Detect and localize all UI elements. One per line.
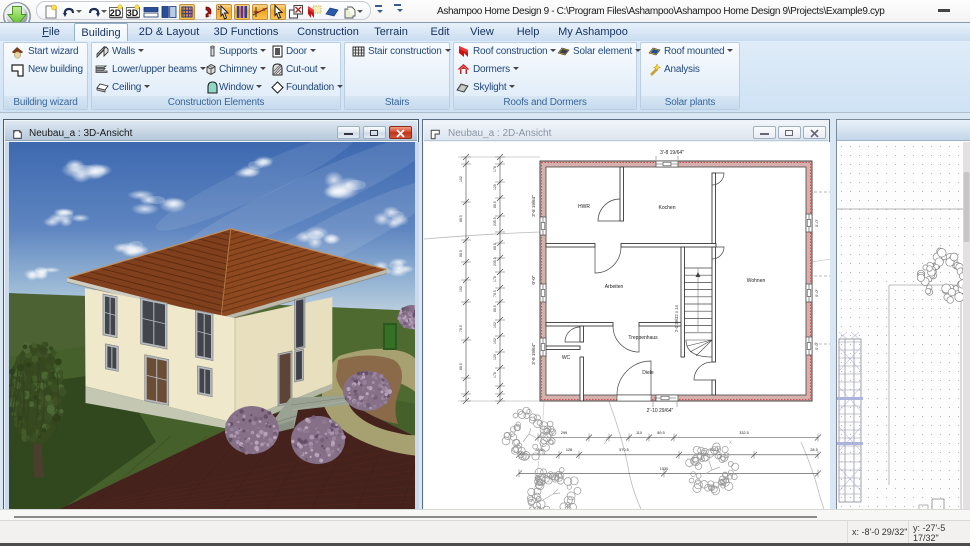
svg-text:78.5: 78.5 [459,325,463,332]
svg-text:78.5: 78.5 [493,290,497,297]
svg-text:2'-10 29/64": 2'-10 29/64" [647,408,674,414]
svg-text:2-0 29/32 x 14: 2-0 29/32 x 14 [674,305,679,332]
svg-text:Treppenhaus: Treppenhaus [628,335,658,341]
svg-text:102: 102 [459,176,463,182]
svg-text:x: x [729,440,732,446]
svg-text:178: 178 [493,276,497,282]
svg-text:Diele: Diele [642,370,654,376]
svg-text:1530: 1530 [660,467,668,471]
svg-text:WC: WC [562,355,571,361]
svg-text:Wohnen: Wohnen [747,278,766,284]
svg-text:0'-0": 0'-0" [814,341,819,350]
svg-text:3'-8 19/64": 3'-8 19/64" [531,343,536,365]
svg-text:102: 102 [493,322,497,328]
svg-text:102: 102 [459,286,463,292]
svg-text:28.5: 28.5 [810,448,817,452]
svg-text:102: 102 [493,338,497,344]
svg-text:120: 120 [493,354,497,360]
svg-text:178: 178 [493,166,497,172]
svg-text:HWR: HWR [578,204,590,210]
svg-text:88.5: 88.5 [459,215,463,222]
svg-text:88.5: 88.5 [493,243,497,250]
svg-text:332.5: 332.5 [739,431,749,435]
svg-text:0'-0": 0'-0" [814,288,819,297]
svg-text:128: 128 [566,448,572,452]
svg-text:235.5: 235.5 [493,257,497,266]
svg-text:88.5: 88.5 [493,305,497,312]
svg-text:88.5: 88.5 [459,250,463,257]
svg-text:88.5: 88.5 [459,363,463,370]
svg-text:0'-0": 0'-0" [814,218,819,227]
svg-text:88.5: 88.5 [493,201,497,208]
svg-text:3'-8 19/64": 3'-8 19/64" [531,195,536,217]
svg-text:3D: 3D [127,8,139,18]
svg-text:235.5: 235.5 [493,217,497,226]
svg-text:2D: 2D [110,8,122,18]
svg-text:570.5: 570.5 [619,448,629,452]
svg-text:89.5: 89.5 [657,431,664,435]
svg-text:Kochen: Kochen [659,205,676,211]
svg-text:120: 120 [493,184,497,190]
svg-text:0'-0": 0'-0" [531,275,536,284]
svg-text:Arbeiten: Arbeiten [605,284,624,290]
svg-text:299: 299 [561,431,567,435]
svg-text:110: 110 [636,431,642,435]
svg-text:x: x [604,440,607,446]
svg-text:178: 178 [493,372,497,378]
svg-text:3'-8 19/64": 3'-8 19/64" [660,150,684,156]
